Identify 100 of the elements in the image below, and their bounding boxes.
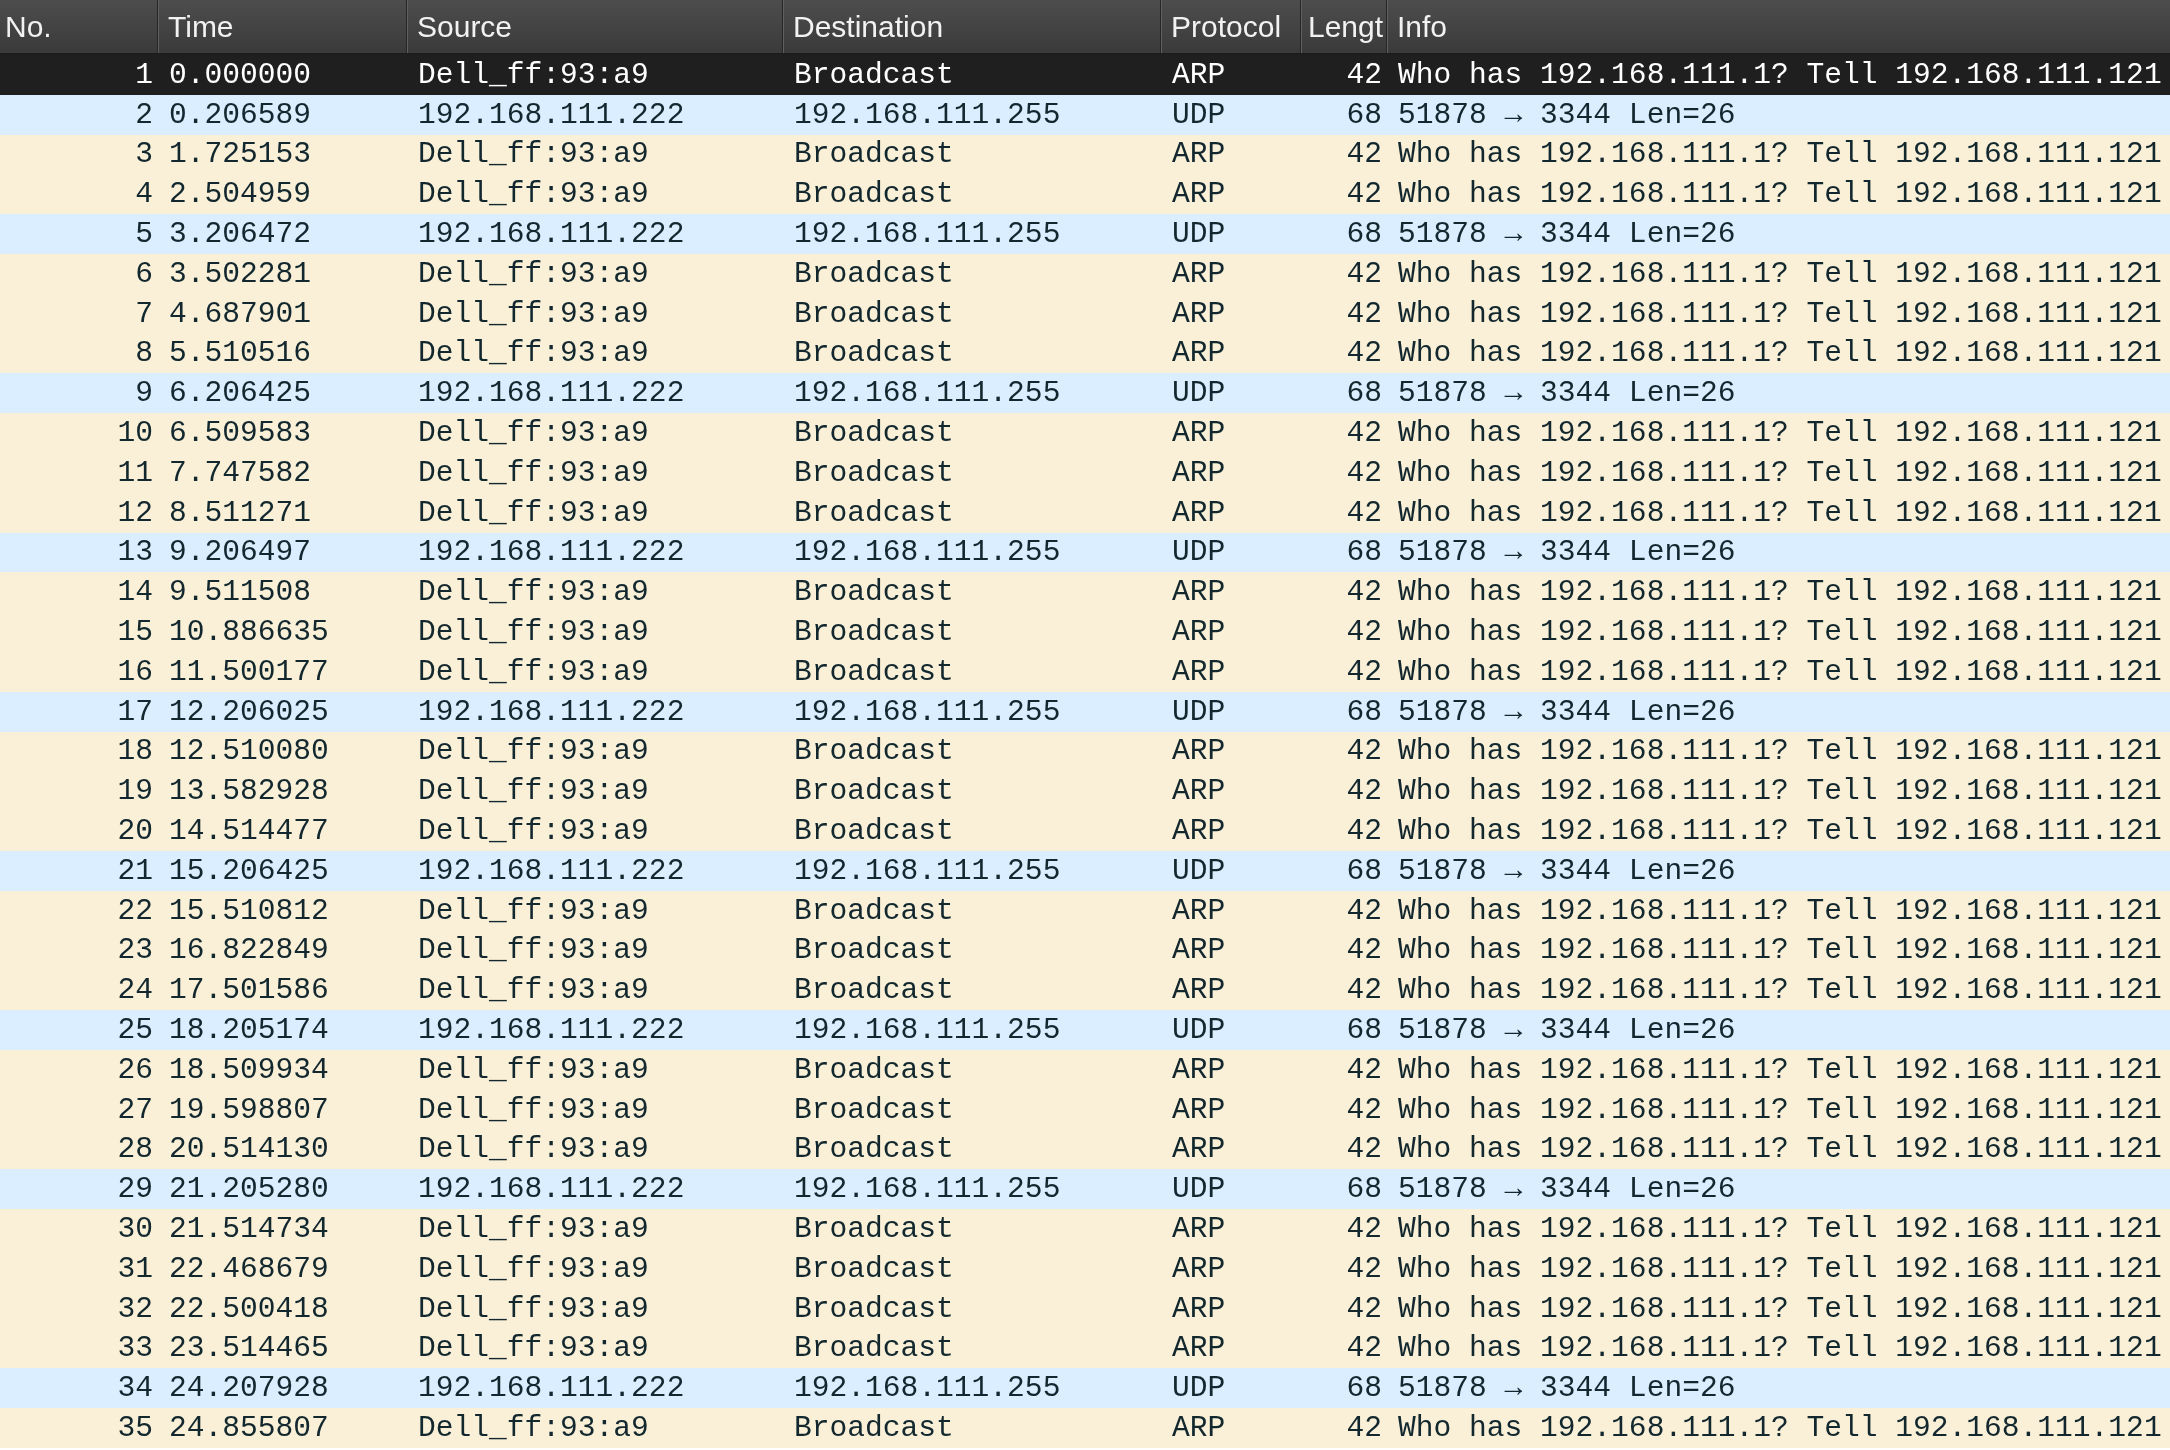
table-cell-text: Who has 192.168.111.1? Tell 192.168.111.121 (1397, 892, 2163, 930)
column-header[interactable]: Destination (783, 0, 1161, 53)
packet-row[interactable]: 11 7.747582 Dell_ff:93:a9 Broadcast ARP 42 Who has 192.168.111.1? Tell 192.168.111.121 (0, 452, 2170, 493)
packet-row[interactable]: 32 22.500418 Dell_ff:93:a9 Broadcast ARP 42 Who has 192.168.111.1? Tell 192.168.111.121 (0, 1288, 2170, 1329)
packet-row[interactable]: 34 24.207928 192.168.111.222 192.168.111.255 UDP 68 51878 → 3344 Len=26 (0, 1368, 2170, 1409)
table-cell-text: 68 (1345, 693, 1383, 731)
column-header[interactable]: Lengt (1301, 0, 1387, 53)
packet-row[interactable]: 23 16.822849 Dell_ff:93:a9 Broadcast ARP 42 Who has 192.168.111.1? Tell 192.168.111.121 (0, 930, 2170, 971)
table-cell-text: Dell_ff:93:a9 (417, 295, 650, 333)
table-cell-text: Who has 192.168.111.1? Tell 192.168.111.121 (1397, 1250, 2163, 1288)
packet-row[interactable]: 18 12.510080 Dell_ff:93:a9 Broadcast ARP 42 Who has 192.168.111.1? Tell 192.168.111.121 (0, 731, 2170, 772)
packet-row[interactable]: 9 6.206425 192.168.111.222 192.168.111.255 UDP 68 51878 → 3344 Len=26 (0, 373, 2170, 414)
table-cell-text: 42 (1345, 255, 1383, 293)
column-header[interactable]: Time (158, 0, 407, 53)
table-cell-text: Dell_ff:93:a9 (417, 892, 650, 930)
table-cell-text: 68 (1345, 1171, 1383, 1209)
table-cell-text: 21.514734 (168, 1211, 330, 1248)
table-cell-text: Who has 192.168.111.1? Tell 192.168.111.121 (1397, 454, 2163, 492)
packet-row[interactable]: 5 3.206472 192.168.111.222 192.168.111.255 UDP 68 51878 → 3344 Len=26 (0, 214, 2170, 254)
table-cell-text: ARP (1171, 1131, 1227, 1169)
packet-row[interactable]: 1 0.000000 Dell_ff:93:a9 Broadcast ARP 42 Who has 192.168.111.1? Tell 192.168.111.121 (0, 55, 2170, 95)
table-cell-text: 12.510080 (168, 733, 330, 771)
table-cell-text: Who has 192.168.111.1? Tell 192.168.111.121 (1397, 1091, 2163, 1129)
packet-row[interactable]: 20 14.514477 Dell_ff:93:a9 Broadcast ARP 42 Who has 192.168.111.1? Tell 192.168.111.121 (0, 811, 2170, 851)
table-cell-text: Who has 192.168.111.1? Tell 192.168.111.121 (1397, 932, 2163, 970)
table-cell-text: 21.205280 (168, 1171, 330, 1209)
table-cell-text: ARP (1171, 136, 1227, 174)
packet-row[interactable]: 27 19.598807 Dell_ff:93:a9 Broadcast ARP 42 Who has 192.168.111.1? Tell 192.168.111.121 (0, 1089, 2170, 1130)
table-cell-text: Dell_ff:93:a9 (417, 415, 650, 453)
table-cell-text: 192.168.111.255 (793, 534, 1062, 572)
table-cell-text: Broadcast (793, 255, 955, 293)
table-cell-text: 22.500418 (168, 1290, 330, 1328)
packet-row[interactable]: 26 18.509934 Dell_ff:93:a9 Broadcast ARP 42 Who has 192.168.111.1? Tell 192.168.111.121 (0, 1049, 2170, 1090)
table-cell-text: 42 (1345, 335, 1383, 373)
packet-row[interactable]: 25 18.205174 192.168.111.222 192.168.111.255 UDP 68 51878 → 3344 Len=26 (0, 1010, 2170, 1050)
packet-row[interactable]: 4 2.504959 Dell_ff:93:a9 Broadcast ARP 42 Who has 192.168.111.1? Tell 192.168.111.121 (0, 174, 2170, 215)
packet-row[interactable]: 30 21.514734 Dell_ff:93:a9 Broadcast ARP 42 Who has 192.168.111.1? Tell 192.168.111.121 (0, 1209, 2170, 1249)
packet-row[interactable]: 24 17.501586 Dell_ff:93:a9 Broadcast ARP 42 Who has 192.168.111.1? Tell 192.168.111.121 (0, 970, 2170, 1011)
packet-row[interactable]: 21 15.206425 192.168.111.222 192.168.111.255 UDP 68 51878 → 3344 Len=26 (0, 850, 2170, 891)
table-cell-text: 192.168.111.222 (417, 852, 686, 890)
table-cell-text: UDP (1171, 852, 1227, 890)
column-header[interactable]: No. (0, 0, 158, 53)
table-cell-text: Dell_ff:93:a9 (417, 494, 650, 532)
table-cell-text: 32 (116, 1290, 154, 1328)
table-cell-text: ARP (1171, 454, 1227, 492)
table-cell-text: Who has 192.168.111.1? Tell 192.168.111.121 (1397, 773, 2163, 811)
table-cell-text: 42 (1345, 614, 1383, 652)
table-cell-text: 15.510812 (168, 892, 330, 930)
column-header[interactable]: Source (407, 0, 783, 53)
table-cell-text: Dell_ff:93:a9 (417, 813, 650, 851)
packet-row[interactable]: 33 23.514465 Dell_ff:93:a9 Broadcast ARP 42 Who has 192.168.111.1? Tell 192.168.111.121 (0, 1328, 2170, 1369)
table-cell-text: Who has 192.168.111.1? Tell 192.168.111.121 (1397, 733, 2163, 771)
table-cell-text: 68 (1345, 375, 1383, 413)
table-cell-text: ARP (1171, 1211, 1227, 1248)
packet-row[interactable]: 2 0.206589 192.168.111.222 192.168.111.255 UDP 68 51878 → 3344 Len=26 (0, 94, 2170, 135)
table-cell-text: Broadcast (793, 176, 955, 214)
packet-row[interactable]: 13 9.206497 192.168.111.222 192.168.111.255 UDP 68 51878 → 3344 Len=26 (0, 532, 2170, 573)
table-cell-text: 29 (116, 1171, 154, 1209)
table-cell-text: Dell_ff:93:a9 (417, 1250, 650, 1288)
table-cell-text: UDP (1171, 693, 1227, 731)
table-cell-text: ARP (1171, 1410, 1227, 1447)
packet-row[interactable]: 29 21.205280 192.168.111.222 192.168.111.255 UDP 68 51878 → 3344 Len=26 (0, 1169, 2170, 1210)
table-cell-text: 192.168.111.255 (793, 1012, 1062, 1049)
packet-row[interactable]: 12 8.511271 Dell_ff:93:a9 Broadcast ARP 42 Who has 192.168.111.1? Tell 192.168.111.121 (0, 492, 2170, 533)
packet-row[interactable]: 14 9.511508 Dell_ff:93:a9 Broadcast ARP 42 Who has 192.168.111.1? Tell 192.168.111.121 (0, 572, 2170, 613)
packet-row[interactable]: 28 20.514130 Dell_ff:93:a9 Broadcast ARP 42 Who has 192.168.111.1? Tell 192.168.111.121 (0, 1129, 2170, 1170)
table-cell-text: 11 (116, 454, 154, 492)
table-cell-text: Dell_ff:93:a9 (417, 574, 650, 612)
table-cell-text: 8.511271 (168, 494, 313, 532)
table-cell-text: Broadcast (793, 1211, 955, 1248)
table-cell-text: Dell_ff:93:a9 (417, 176, 650, 214)
packet-row[interactable]: 35 24.855807 Dell_ff:93:a9 Broadcast ARP 42 Who has 192.168.111.1? Tell 192.168.111.121 (0, 1408, 2170, 1448)
packet-row[interactable]: 10 6.509583 Dell_ff:93:a9 Broadcast ARP 42 Who has 192.168.111.1? Tell 192.168.111.121 (0, 413, 2170, 453)
packet-row[interactable]: 16 11.500177 Dell_ff:93:a9 Broadcast ARP 42 Who has 192.168.111.1? Tell 192.168.111.121 (0, 651, 2170, 692)
packet-row[interactable]: 15 10.886635 Dell_ff:93:a9 Broadcast ARP 42 Who has 192.168.111.1? Tell 192.168.111.121 (0, 612, 2170, 652)
packet-row[interactable]: 3 1.725153 Dell_ff:93:a9 Broadcast ARP 42 Who has 192.168.111.1? Tell 192.168.111.121 (0, 134, 2170, 175)
table-cell-text: Dell_ff:93:a9 (417, 255, 650, 293)
packet-row[interactable]: 17 12.206025 192.168.111.222 192.168.111.255 UDP 68 51878 → 3344 Len=26 (0, 691, 2170, 732)
table-cell-text: Broadcast (793, 892, 955, 930)
packet-row[interactable]: 31 22.468679 Dell_ff:93:a9 Broadcast ARP 42 Who has 192.168.111.1? Tell 192.168.111.121 (0, 1248, 2170, 1289)
packet-row[interactable]: 19 13.582928 Dell_ff:93:a9 Broadcast ARP 42 Who has 192.168.111.1? Tell 192.168.111.121 (0, 771, 2170, 812)
packet-row[interactable]: 8 5.510516 Dell_ff:93:a9 Broadcast ARP 42 Who has 192.168.111.1? Tell 192.168.111.121 (0, 333, 2170, 374)
table-cell-text: 22 (116, 892, 154, 930)
packet-row[interactable]: 22 15.510812 Dell_ff:93:a9 Broadcast ARP 42 Who has 192.168.111.1? Tell 192.168.111.121 (0, 890, 2170, 931)
table-cell-text: ARP (1171, 494, 1227, 532)
column-header[interactable]: Info (1387, 0, 2170, 53)
table-cell-text: Who has 192.168.111.1? Tell 192.168.111.121 (1397, 813, 2163, 851)
table-cell-text: Broadcast (793, 653, 955, 691)
packet-row[interactable]: 7 4.687901 Dell_ff:93:a9 Broadcast ARP 42 Who has 192.168.111.1? Tell 192.168.111.121 (0, 293, 2170, 334)
table-cell-text: 51878 → 3344 Len=26 (1397, 1012, 1737, 1049)
packet-row[interactable]: 6 3.502281 Dell_ff:93:a9 Broadcast ARP 42 Who has 192.168.111.1? Tell 192.168.111.121 (0, 254, 2170, 294)
table-cell-text: UDP (1171, 216, 1227, 254)
table-cell-text: 35 (116, 1410, 154, 1447)
table-cell-text: Broadcast (793, 972, 955, 1010)
table-cell-text: Broadcast (793, 136, 955, 174)
column-header[interactable]: Protocol (1161, 0, 1301, 53)
table-cell-text: ARP (1171, 653, 1227, 691)
table-cell-text: 34 (116, 1370, 154, 1408)
table-cell-text: 51878 → 3344 Len=26 (1397, 1171, 1737, 1209)
table-cell-text: ARP (1171, 176, 1227, 214)
